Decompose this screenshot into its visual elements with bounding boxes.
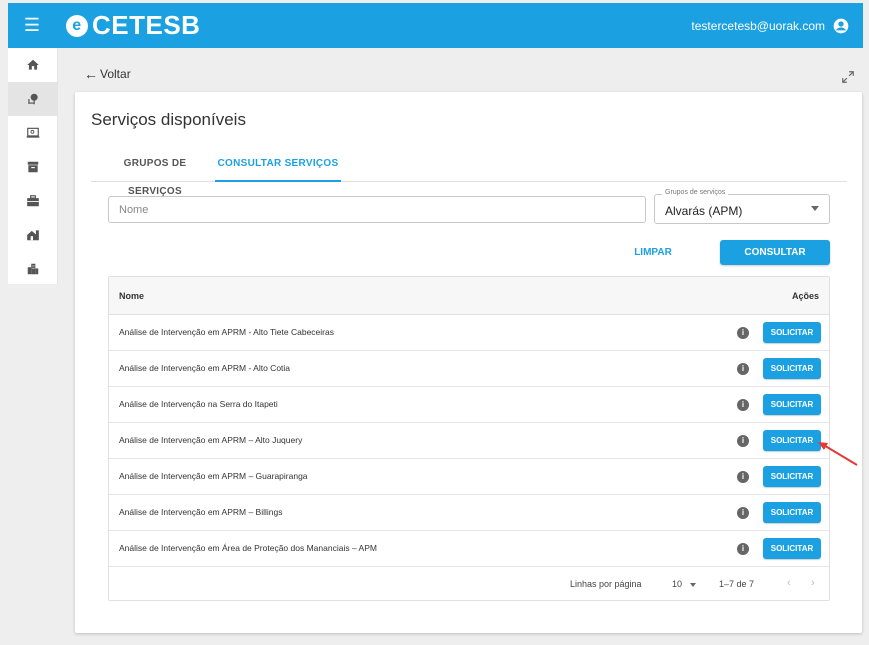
laptop-icon <box>26 127 40 138</box>
service-group-label: Grupos de serviços <box>662 189 729 196</box>
service-name: Análise de Intervenção em APRM – Billing… <box>119 507 283 517</box>
request-button[interactable]: SOLICITAR <box>763 322 821 343</box>
service-name: Análise de Intervenção em APRM – Alto Ju… <box>119 435 303 445</box>
sidebar-item-business[interactable] <box>8 184 58 218</box>
table-row: Análise de Intervenção em APRM - Alto Co… <box>109 351 829 387</box>
rows-per-page-select[interactable]: 10 <box>672 579 682 589</box>
logo-mark: e <box>66 14 88 37</box>
service-name: Análise de Intervenção em Área de Proteç… <box>119 543 377 553</box>
hamburger-menu-button[interactable]: ☰ <box>8 3 56 48</box>
services-card: Serviços disponíveis GRUPOS DE SERVIÇOS … <box>75 92 862 633</box>
info-icon[interactable]: i <box>737 327 749 339</box>
house-icon <box>27 230 39 241</box>
tab-search-services[interactable]: CONSULTAR SERVIÇOS <box>215 150 341 182</box>
service-name: Análise de Intervenção em APRM – Guarapi… <box>119 471 308 481</box>
page-title: Serviços disponíveis <box>91 110 246 129</box>
column-header-actions: Ações <box>791 291 819 301</box>
next-page-button[interactable]: › <box>811 577 815 589</box>
request-button[interactable]: SOLICITAR <box>763 466 821 487</box>
top-app-bar: ☰ e CETESB testercetesb@uorak.com <box>8 3 863 48</box>
home-icon <box>27 59 39 70</box>
info-icon[interactable]: i <box>737 471 749 483</box>
user-email: testercetesb@uorak.com <box>691 18 825 33</box>
previous-page-button[interactable]: ‹ <box>787 577 791 589</box>
table-row: Análise de Intervenção em APRM – Alto Ju… <box>109 423 829 459</box>
chevron-down-icon <box>690 583 696 587</box>
clear-button[interactable]: LIMPAR <box>627 240 679 264</box>
sidebar-item-online-services[interactable] <box>8 116 58 150</box>
sidebar-nav <box>8 48 58 284</box>
request-button[interactable]: SOLICITAR <box>763 358 821 379</box>
services-table: Nome Ações Análise de Intervenção em APR… <box>108 276 830 601</box>
info-icon[interactable]: i <box>737 399 749 411</box>
request-button[interactable]: SOLICITAR <box>763 394 821 415</box>
service-name: Análise de Intervenção em APRM - Alto Ti… <box>119 327 334 337</box>
table-row: Análise de Intervenção em APRM - Alto Ti… <box>109 315 829 351</box>
sidebar-item-home[interactable] <box>8 48 58 82</box>
request-button[interactable]: SOLICITAR <box>763 502 821 523</box>
info-icon[interactable]: i <box>737 363 749 375</box>
service-group-value: Alvarás (APM) <box>665 204 743 218</box>
back-link[interactable]: ← Voltar <box>84 66 131 82</box>
info-icon[interactable]: i <box>737 507 749 519</box>
info-icon[interactable]: i <box>737 435 749 447</box>
rows-per-page-label: Linhas por página <box>570 579 642 589</box>
briefcase-icon <box>27 195 39 207</box>
table-row: Análise de Intervenção em Área de Proteç… <box>109 531 829 567</box>
account-circle-icon <box>833 18 849 33</box>
annotation-arrow-icon <box>818 442 858 466</box>
chevron-down-icon <box>811 206 819 211</box>
service-group-select[interactable]: Grupos de serviços Alvarás (APM) <box>654 189 830 224</box>
sidebar-item-housing[interactable] <box>8 218 58 252</box>
user-menu[interactable]: testercetesb@uorak.com <box>691 18 849 34</box>
pagination-range: 1–7 de 7 <box>719 579 755 589</box>
logo-text: CETESB <box>92 10 201 40</box>
back-label: Voltar <box>100 67 131 81</box>
tab-service-groups[interactable]: GRUPOS DE SERVIÇOS <box>103 150 207 197</box>
sidebar-item-archive[interactable] <box>8 150 58 184</box>
name-input[interactable] <box>108 196 646 223</box>
pagination: Linhas por página 10 1–7 de 7 ‹ › <box>109 566 829 600</box>
search-button[interactable]: CONSULTAR <box>720 240 830 265</box>
arrow-left-icon: ← <box>84 66 98 82</box>
table-row: Análise de Intervenção na Serra do Itape… <box>109 387 829 423</box>
cetesb-logo[interactable]: e CETESB <box>66 10 200 41</box>
hamburger-icon: ☰ <box>23 15 41 35</box>
request-button[interactable]: SOLICITAR <box>763 538 821 559</box>
tabs: GRUPOS DE SERVIÇOS CONSULTAR SERVIÇOS <box>91 150 847 197</box>
service-name: Análise de Intervenção em APRM - Alto Co… <box>119 363 291 373</box>
info-icon[interactable]: i <box>737 543 749 555</box>
sidebar-item-city[interactable] <box>8 252 58 286</box>
sidebar-item-environment[interactable] <box>8 82 58 116</box>
buildings-icon <box>27 263 39 275</box>
table-header: Nome Ações <box>109 277 829 315</box>
archive-icon <box>27 161 39 173</box>
request-button[interactable]: SOLICITAR <box>763 430 821 451</box>
expand-icon[interactable] <box>841 70 855 84</box>
table-row: Análise de Intervenção em APRM – Guarapi… <box>109 459 829 495</box>
service-name: Análise de Intervenção na Serra do Itape… <box>119 399 278 409</box>
column-header-name: Nome <box>119 291 145 301</box>
tree-icon <box>28 93 38 105</box>
table-row: Análise de Intervenção em APRM – Billing… <box>109 495 829 531</box>
